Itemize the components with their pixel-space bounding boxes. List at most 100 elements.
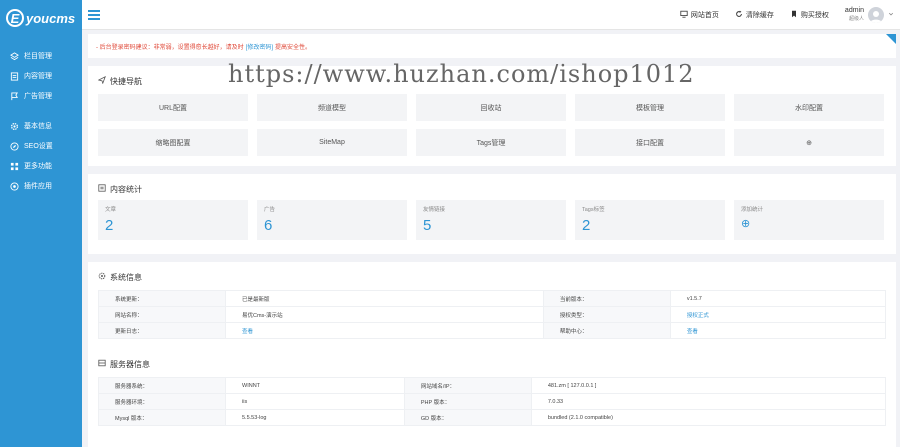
table-cell: 系统更新： xyxy=(98,290,226,307)
flag-icon xyxy=(10,91,19,101)
stats-icon xyxy=(98,184,106,194)
corner-flag-icon xyxy=(886,34,896,44)
change-password-link[interactable]: [修改密码] xyxy=(246,42,273,51)
layers-icon xyxy=(10,51,19,61)
table-cell: 更新日志： xyxy=(98,322,226,339)
table-cell: WINNT xyxy=(225,377,405,394)
table-cell: 5.5.53-log xyxy=(225,409,405,426)
table-cell: iis xyxy=(225,393,405,410)
doc-icon xyxy=(10,71,19,81)
table-row: 网站名称： 易优Cms-演示站 授权类型： 授权正式 xyxy=(98,306,887,323)
sidebar-item-label: 内容管理 xyxy=(24,73,52,80)
sidebar-item-label: 插件应用 xyxy=(24,183,52,190)
server-icon xyxy=(98,359,106,369)
stat-card-articles[interactable]: 文章 2 xyxy=(98,200,248,240)
sidebar-item-more[interactable]: 更多功能 xyxy=(0,156,82,176)
sidebar-item-plugins[interactable]: 插件应用 xyxy=(0,176,82,196)
table-cell: PHP 版本： xyxy=(403,393,532,410)
stat-value: 6 xyxy=(264,217,273,234)
help-center-link[interactable]: 查看 xyxy=(687,329,698,335)
security-alert: - 后台登录密码建议：非常弱，设置得愈长越好，请及时 [修改密码] 提高安全性。 xyxy=(88,34,896,58)
system-info-table: 系统更新： 已是最新版 当前版本： v1.5.7 网站名称： 易优Cms-演示站… xyxy=(98,290,887,339)
home-link-label: 网站首页 xyxy=(690,11,719,19)
table-row: 更新日志： 查看 帮助中心： 查看 xyxy=(98,322,887,339)
logo-text: youcms xyxy=(26,10,76,26)
table-cell: bundled (2.1.0 compatible) xyxy=(530,409,887,426)
plugin-icon xyxy=(10,181,19,191)
table-cell: 网站域名/IP： xyxy=(403,377,532,394)
table-row: Mysql 版本： 5.5.53-log GD 版本： bundled (2.1… xyxy=(98,409,887,426)
gear-icon xyxy=(98,272,106,282)
quick-nav-url-config[interactable]: URL配置 xyxy=(98,94,248,121)
stat-label: 友情链接 xyxy=(423,207,446,213)
stat-value: 2 xyxy=(582,217,591,234)
buy-license-link[interactable]: 购买授权 xyxy=(790,10,829,20)
server-title: 服务器信息 xyxy=(98,357,886,371)
table-cell: 7.0.33 xyxy=(530,393,887,410)
stats-title-text: 内容统计 xyxy=(110,184,142,194)
system-title: 系统信息 xyxy=(98,270,886,284)
stat-card-add[interactable]: 添加统计 ⊕ xyxy=(734,200,884,240)
sidebar-item-label: 栏目管理 xyxy=(24,53,52,60)
sidebar-item-label: 更多功能 xyxy=(24,163,52,170)
license-type-link[interactable]: 授权正式 xyxy=(687,313,709,319)
stat-card-ads[interactable]: 广告 6 xyxy=(257,200,407,240)
quick-nav-template-manage[interactable]: 模板管理 xyxy=(575,94,725,121)
logo-mark: E xyxy=(6,9,24,27)
chevron-down-icon[interactable] xyxy=(888,11,894,19)
refresh-icon xyxy=(735,10,743,20)
sidebar-item-content[interactable]: 内容管理 xyxy=(0,66,82,86)
stat-value: 5 xyxy=(423,217,432,234)
sidebar-item-columns[interactable]: 栏目管理 xyxy=(0,46,82,66)
stats-panel: 内容统计 文章 2 广告 6 友情链接 5 Tags标签 2 添加统计 ⊕ xyxy=(88,174,896,254)
table-row: 系统更新： 已是最新版 当前版本： v1.5.7 xyxy=(98,290,887,307)
sidebar-item-label: 广告管理 xyxy=(24,93,52,100)
home-link[interactable]: 网站首页 xyxy=(680,10,719,20)
quick-nav-channel-model[interactable]: 频道模型 xyxy=(257,94,407,121)
monitor-icon xyxy=(680,10,688,20)
stat-label: 广告 xyxy=(264,207,276,213)
buy-license-label: 购买授权 xyxy=(800,11,829,19)
system-panel: 系统信息 系统更新： 已是最新版 当前版本： v1.5.7 网站名称： 易优Cm… xyxy=(88,262,896,447)
quick-nav-add-button[interactable]: ⊕ xyxy=(734,129,884,156)
clear-cache-link[interactable]: 清除缓存 xyxy=(735,10,774,20)
stat-label: 文章 xyxy=(105,207,117,213)
menu-toggle-icon[interactable] xyxy=(88,9,100,20)
main-content: - 后台登录密码建议：非常弱，设置得愈长越好，请及时 [修改密码] 提高安全性。… xyxy=(88,30,896,447)
sidebar-item-label: 基本信息 xyxy=(24,123,52,130)
quick-nav-watermark-config[interactable]: 水印配置 xyxy=(734,94,884,121)
sidebar-item-seo[interactable]: SEO设置 xyxy=(0,136,82,156)
quick-nav-thumbnail-config[interactable]: 缩略图配置 xyxy=(98,129,248,156)
quick-nav-sitemap[interactable]: SiteMap xyxy=(257,129,407,156)
server-title-text: 服务器信息 xyxy=(110,359,150,369)
top-links: 网站首页 清除缓存 购买授权 admin 超级人 xyxy=(680,6,900,23)
clear-cache-label: 清除缓存 xyxy=(745,11,774,19)
avatar[interactable] xyxy=(868,6,884,23)
changelog-link[interactable]: 查看 xyxy=(242,329,253,335)
watermark: https://www.huzhan.com/ishop1012 xyxy=(228,60,695,88)
table-cell: 服务器环境： xyxy=(98,393,226,410)
quick-nav-recycle-bin[interactable]: 回收站 xyxy=(416,94,566,121)
topbar: 网站首页 清除缓存 购买授权 admin 超级人 xyxy=(82,0,900,30)
table-cell: 481.zm [ 127.0.0.1 ] xyxy=(530,377,887,394)
user-role: 超级人 xyxy=(848,15,864,22)
sidebar-item-ads[interactable]: 广告管理 xyxy=(0,86,82,106)
gear-icon xyxy=(10,122,19,131)
send-icon xyxy=(97,75,106,86)
user-menu[interactable]: admin 超级人 xyxy=(845,6,894,23)
logo[interactable]: E youcms xyxy=(0,0,82,36)
stat-card-links[interactable]: 友情链接 5 xyxy=(416,200,566,240)
table-cell: GD 版本： xyxy=(403,409,532,426)
quick-nav-tags-manage[interactable]: Tags管理 xyxy=(416,129,566,156)
add-stat-icon[interactable]: ⊕ xyxy=(741,217,877,230)
table-cell: 服务器系统： xyxy=(98,377,226,394)
bookmark-icon xyxy=(790,10,798,20)
quick-nav-api-config[interactable]: 接口配置 xyxy=(575,129,725,156)
table-row: 服务器环境： iis PHP 版本： 7.0.33 xyxy=(98,393,887,410)
table-cell: v1.5.7 xyxy=(669,290,887,307)
table-cell: 已是最新版 xyxy=(225,290,544,307)
table-cell: Mysql 版本： xyxy=(98,409,226,426)
stat-card-tags[interactable]: Tags标签 2 xyxy=(575,200,725,240)
table-cell: 易优Cms-演示站 xyxy=(225,306,544,323)
sidebar-item-basic-info[interactable]: 基本信息 xyxy=(0,116,82,136)
